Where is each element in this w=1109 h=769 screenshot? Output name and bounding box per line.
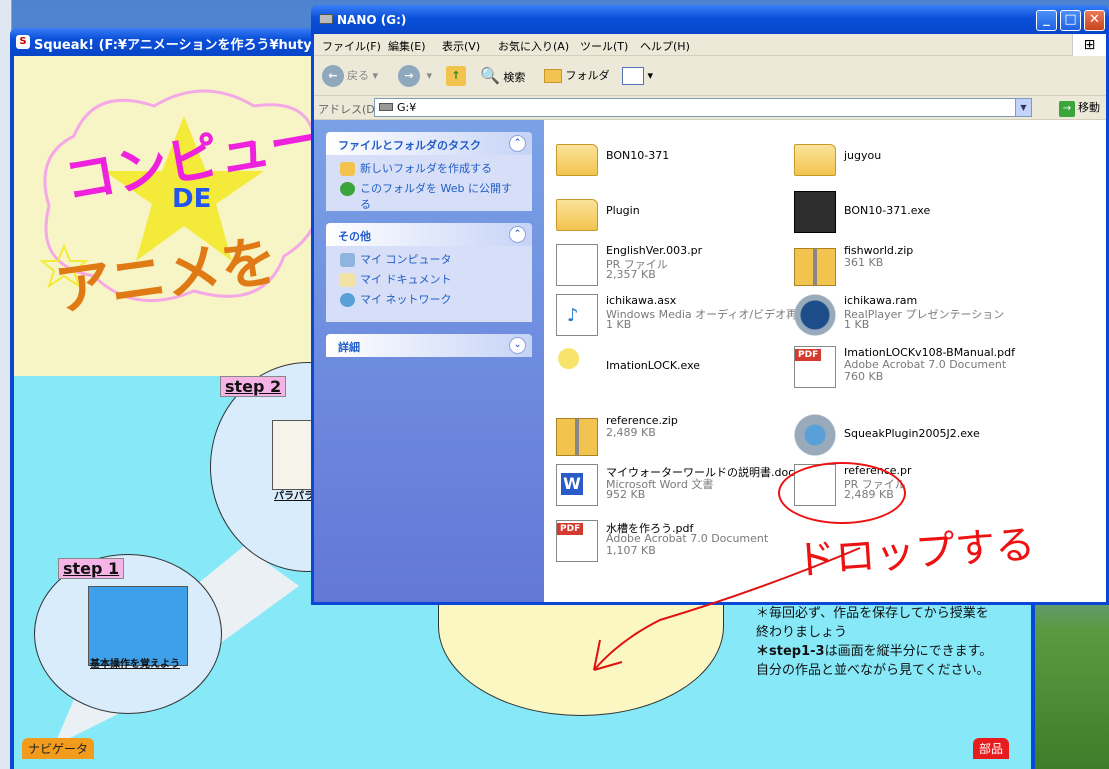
address-bar: アドレス(D) G:¥ ▼ → 移動 bbox=[314, 96, 1106, 120]
media-icon bbox=[556, 294, 598, 336]
explorer-title-bar[interactable]: NANO (G:) _ □ ✕ bbox=[311, 5, 1109, 34]
my-network-link[interactable]: マイ ネットワーク bbox=[338, 292, 522, 312]
step2-label[interactable]: step 2 bbox=[220, 376, 287, 397]
folder-icon bbox=[794, 144, 836, 176]
maximize-button[interactable]: □ bbox=[1060, 10, 1081, 31]
file-item-reference-zip[interactable]: reference.zip 2,489 KB bbox=[548, 410, 778, 460]
menu-edit[interactable]: 編集(E) bbox=[388, 38, 426, 54]
task-pane: ファイルとフォルダのタスク ⌃ 新しいフォルダを作成する このフォルダを Web… bbox=[314, 120, 544, 602]
parts-flap[interactable]: 部品 bbox=[972, 738, 1009, 759]
menu-view[interactable]: 表示(V) bbox=[442, 38, 480, 54]
views-button[interactable]: ▾ bbox=[622, 64, 653, 88]
pdf-icon bbox=[794, 346, 836, 388]
details-header[interactable]: 詳細 ⌄ bbox=[326, 334, 532, 357]
go-button[interactable]: → 移動 bbox=[1059, 99, 1100, 117]
file-item-englishver[interactable]: EnglishVer.003.pr PR ファイル 2,357 KB bbox=[548, 240, 778, 290]
navigator-flap[interactable]: ナビゲータ bbox=[22, 738, 95, 759]
menu-help[interactable]: ヘルプ(H) bbox=[640, 38, 690, 54]
file-item-ichikawa-ram[interactable]: ichikawa.ram RealPlayer プレゼンテーション 1 KB bbox=[786, 290, 1016, 340]
collapse-chevron-icon[interactable]: ⌃ bbox=[509, 226, 526, 243]
up-folder-icon: ↑ bbox=[446, 66, 466, 86]
realplayer-icon bbox=[794, 294, 836, 336]
zip-icon bbox=[556, 418, 598, 456]
drive-icon bbox=[379, 103, 393, 111]
file-item-ichikawa-asx[interactable]: ichikawa.asx Windows Media オーディオ/ビデオ再...… bbox=[548, 290, 808, 340]
address-label: アドレス(D) bbox=[318, 103, 380, 116]
file-item-imationlock-exe[interactable]: ImationLOCK.exe bbox=[548, 342, 778, 392]
search-button[interactable]: 🔍 検索 bbox=[480, 64, 525, 88]
publish-web-link[interactable]: このフォルダを Web に公開する bbox=[338, 181, 522, 211]
step2-caption: パラパラ bbox=[274, 491, 314, 502]
publish-web-icon bbox=[340, 182, 355, 196]
exe-icon bbox=[794, 191, 836, 233]
menu-file[interactable]: ファイル(F) bbox=[322, 38, 381, 54]
go-arrow-icon: → bbox=[1059, 101, 1075, 117]
back-button[interactable]: ← 戻る ▾ bbox=[322, 64, 378, 88]
search-icon: 🔍 bbox=[480, 66, 500, 85]
up-folder-button[interactable]: ↑ bbox=[446, 64, 466, 88]
views-icon bbox=[622, 67, 644, 85]
file-item-bon10-371[interactable]: BON10-371 bbox=[548, 132, 778, 182]
collapse-chevron-icon[interactable]: ⌃ bbox=[509, 135, 526, 152]
address-dropdown-button[interactable]: ▼ bbox=[1015, 99, 1031, 116]
forward-arrow-icon: → bbox=[398, 65, 420, 87]
my-computer-link[interactable]: マイ コンピュータ bbox=[338, 252, 522, 272]
drive-icon bbox=[319, 14, 333, 24]
my-documents-link[interactable]: マイ ドキュメント bbox=[338, 272, 522, 292]
minimize-button[interactable]: _ bbox=[1036, 10, 1057, 31]
folder-icon bbox=[556, 144, 598, 176]
my-documents-icon bbox=[340, 273, 355, 287]
file-tasks-panel: ファイルとフォルダのタスク ⌃ 新しいフォルダを作成する このフォルダを Web… bbox=[326, 132, 532, 211]
zip-icon bbox=[794, 248, 836, 286]
other-places-header[interactable]: その他 ⌃ bbox=[326, 223, 532, 246]
back-arrow-icon: ← bbox=[322, 65, 344, 87]
word-icon bbox=[556, 464, 598, 506]
squeak-app-icon: S bbox=[16, 35, 30, 49]
new-folder-link[interactable]: 新しいフォルダを作成する bbox=[338, 161, 522, 181]
info-text: ＊毎回必ず、作品を保存してから授業を 終わりましょう ＊step1-3は画面を縦… bbox=[756, 606, 993, 678]
new-folder-icon bbox=[340, 162, 355, 176]
file-tasks-header[interactable]: ファイルとフォルダのタスク ⌃ bbox=[326, 132, 532, 155]
file-item-squeakplugin-exe[interactable]: SqueakPlugin2005J2.exe bbox=[786, 410, 1016, 460]
file-item-fishworld-zip[interactable]: fishworld.zip 361 KB bbox=[786, 240, 1016, 290]
my-network-icon bbox=[340, 293, 355, 307]
step1-label[interactable]: step 1 bbox=[58, 558, 125, 579]
squeak-installer-icon bbox=[794, 414, 836, 456]
other-places-panel: その他 ⌃ マイ コンピュータ マイ ドキュメント マイ ネットワーク bbox=[326, 223, 532, 322]
folders-button[interactable]: フォルダ bbox=[544, 64, 610, 88]
folder-icon bbox=[544, 69, 562, 83]
step1-thumbnail[interactable] bbox=[88, 586, 188, 666]
explorer-window-title: NANO (G:) bbox=[337, 13, 407, 27]
file-item-waterworld-doc[interactable]: マイウォーターワールドの説明書.doc Microsoft Word 文書 95… bbox=[548, 460, 794, 510]
file-item-suiso-pdf[interactable]: 水槽を作ろう.pdf Adobe Acrobat 7.0 Document 1,… bbox=[548, 516, 778, 566]
pr-file-icon bbox=[556, 244, 598, 286]
file-item-plugin[interactable]: Plugin bbox=[548, 187, 778, 237]
address-input[interactable]: G:¥ ▼ bbox=[374, 98, 1032, 117]
menu-tools[interactable]: ツール(T) bbox=[580, 38, 628, 54]
file-item-bon10-371-exe[interactable]: BON10-371.exe bbox=[786, 187, 1016, 237]
close-button[interactable]: ✕ bbox=[1084, 10, 1105, 31]
pdf-icon bbox=[556, 520, 598, 562]
details-panel: 詳細 ⌄ bbox=[326, 334, 532, 357]
menu-favorites[interactable]: お気に入り(A) bbox=[498, 38, 569, 54]
highlight-ellipse bbox=[778, 462, 906, 524]
forward-button[interactable]: → ▾ bbox=[398, 64, 432, 88]
squeak-window-title: Squeak! (F:¥アニメーションを作ろう¥hutyuhiga bbox=[34, 38, 353, 53]
folder-icon bbox=[556, 199, 598, 231]
key-icon bbox=[556, 346, 598, 388]
menu-bar: ファイル(F) 編集(E) 表示(V) お気に入り(A) ツール(T) ヘルプ(… bbox=[314, 34, 1106, 56]
my-computer-icon bbox=[340, 253, 355, 267]
file-item-jugyou[interactable]: jugyou bbox=[786, 132, 1016, 182]
toolbar: ← 戻る ▾ → ▾ ↑ 🔍 検索 フォルダ ▾ bbox=[314, 56, 1106, 96]
step1-caption: 基本操作を覚えよう bbox=[90, 659, 180, 670]
expand-chevron-icon[interactable]: ⌄ bbox=[509, 337, 526, 354]
file-item-imation-manual-pdf[interactable]: ImationLOCKv108-BManual.pdf Adobe Acroba… bbox=[786, 342, 1016, 392]
windows-logo-icon: ⊞ bbox=[1072, 34, 1106, 56]
